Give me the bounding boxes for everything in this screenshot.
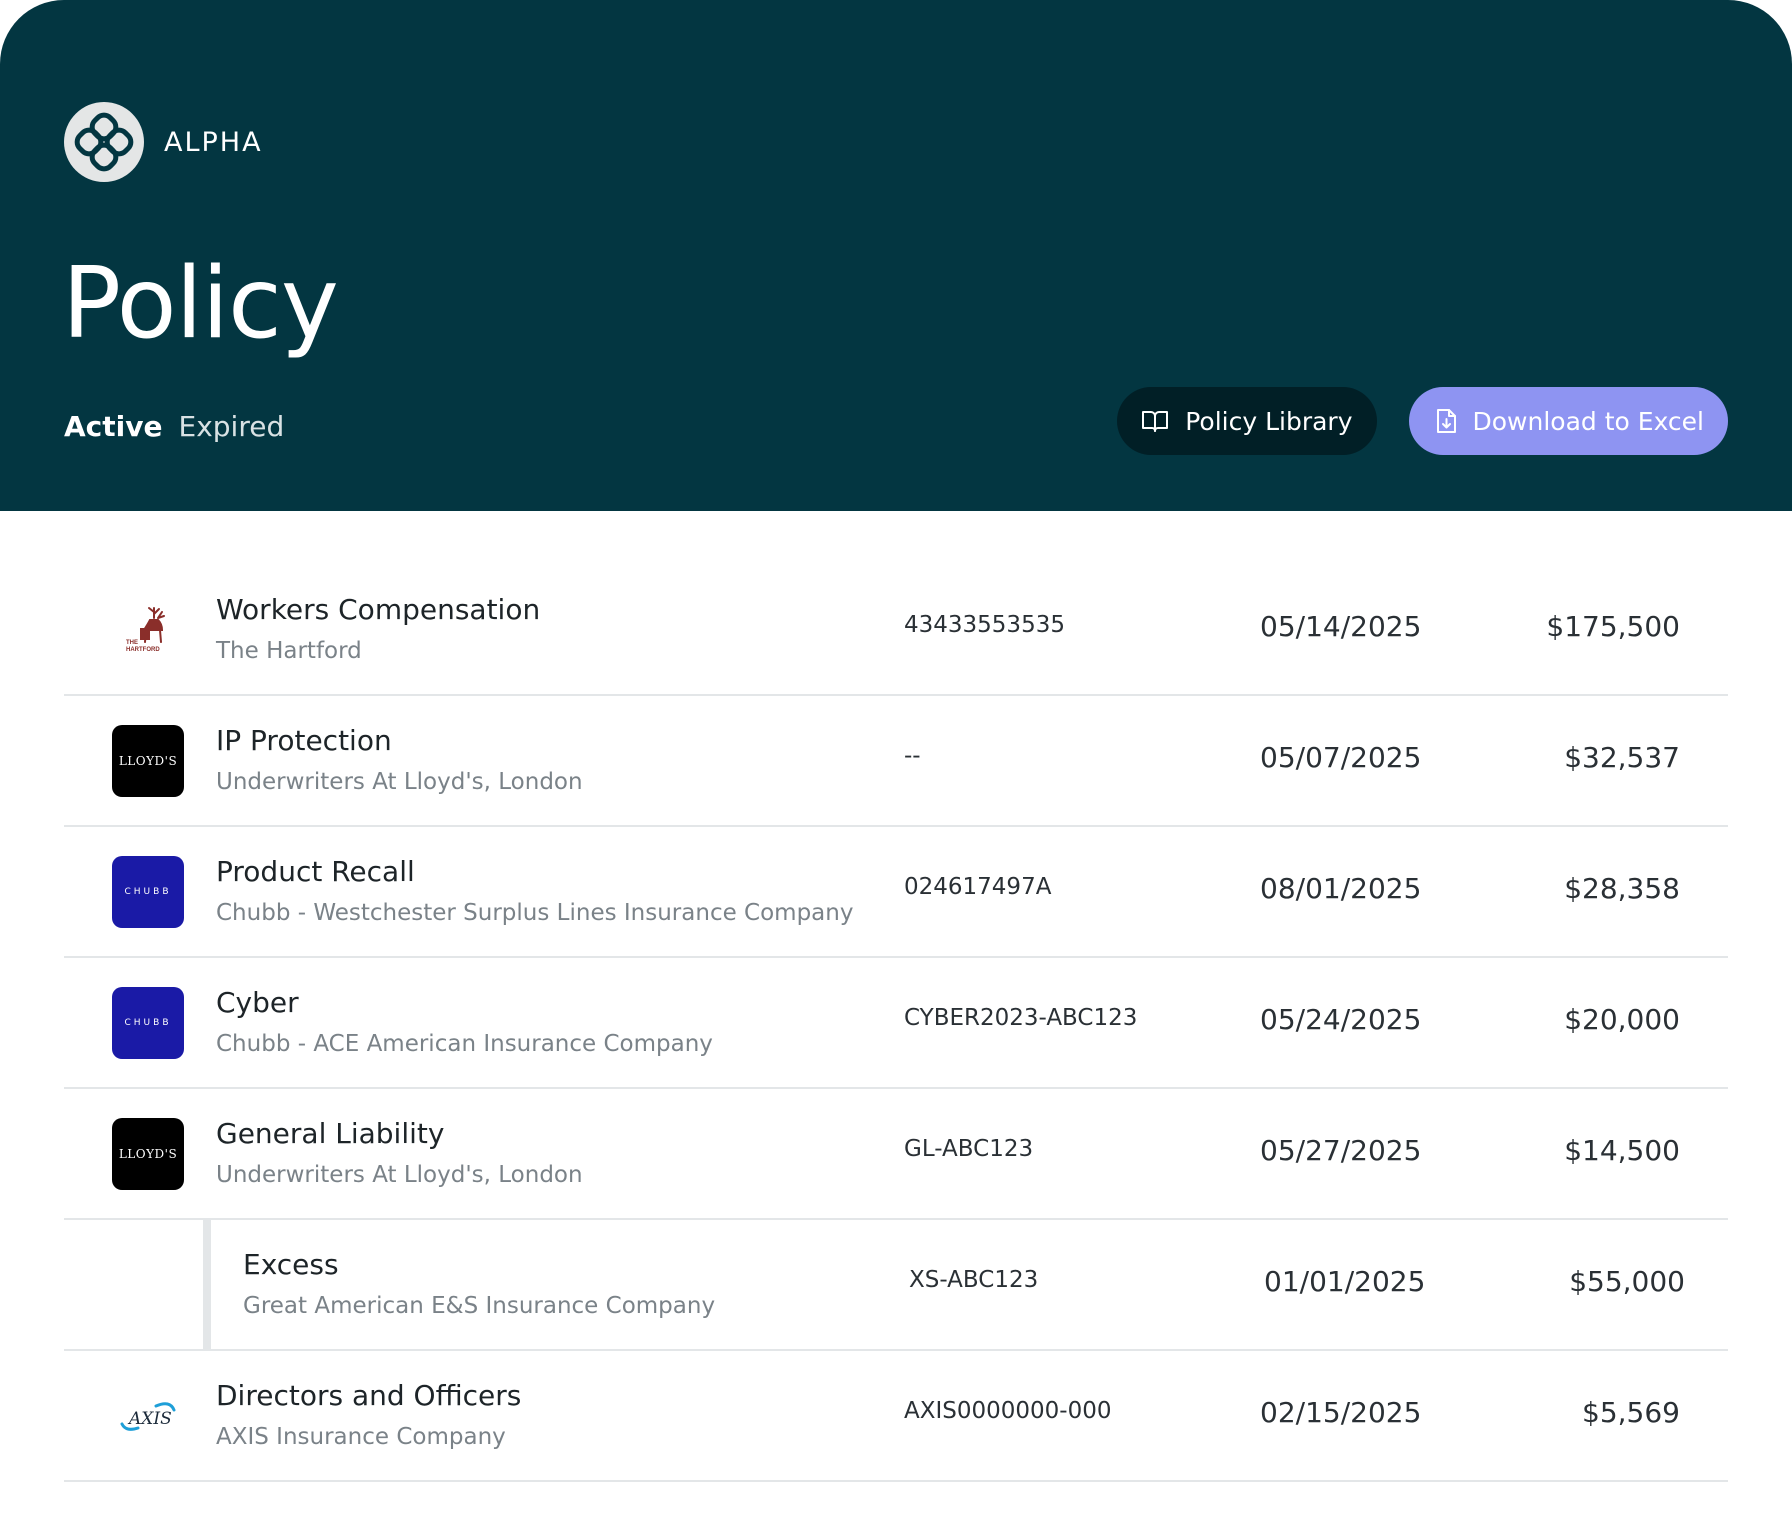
lloyds-logo-icon: LLOYD'S [112,725,184,797]
policy-date: 05/24/2025 [1260,1003,1422,1036]
alpha-logo-icon [64,102,144,182]
policy-number: AXIS0000000-000 [904,1398,1112,1424]
policy-page: ALPHA Policy Active Expired Policy Libra… [0,0,1792,1529]
policy-premium: $32,537 [1564,741,1680,774]
header-actions: Policy Library Download to Excel [1117,387,1728,455]
policy-row-cyber[interactable]: CHUBB Cyber Chubb - ACE American Insuran… [64,958,1728,1089]
policy-library-button[interactable]: Policy Library [1117,387,1377,455]
policy-date: 05/27/2025 [1260,1134,1422,1167]
policy-insurer: Chubb - Westchester Surplus Lines Insura… [216,900,854,926]
svg-text:HARTFORD: HARTFORD [126,647,160,653]
policy-insurer: Underwriters At Lloyd's, London [216,769,583,795]
page-title: Policy [62,247,339,361]
policy-number: 43433553535 [904,612,1065,638]
chubb-logo-icon: CHUBB [112,856,184,928]
policy-name: Cyber [216,986,299,1019]
policy-name: Directors and Officers [216,1379,522,1412]
book-icon [1141,409,1169,433]
policy-date: 01/01/2025 [1264,1265,1426,1298]
policy-number: -- [904,743,921,769]
policy-row-general-liability[interactable]: LLOYD'S General Liability Underwriters A… [64,1089,1728,1220]
policy-date: 05/14/2025 [1260,610,1422,643]
hartford-logo-icon: THE HARTFORD [112,594,184,666]
policy-name: IP Protection [216,724,392,757]
policy-date: 05/07/2025 [1260,741,1422,774]
policy-date: 02/15/2025 [1260,1396,1422,1429]
brand-name: ALPHA [164,126,263,158]
policy-row-workers-compensation[interactable]: THE HARTFORD Workers Compensation The Ha… [64,565,1728,696]
policy-row-directors-and-officers[interactable]: AXIS Directors and Officers AXIS Insuran… [64,1351,1728,1482]
download-excel-button[interactable]: Download to Excel [1408,387,1728,455]
policy-name: General Liability [216,1117,445,1150]
brand[interactable]: ALPHA [64,102,263,182]
status-tabs: Active Expired [64,410,284,443]
tab-active[interactable]: Active [64,410,163,443]
policy-premium: $5,569 [1582,1396,1680,1429]
lloyds-logo-icon: LLOYD'S [112,1118,184,1190]
policy-library-label: Policy Library [1185,406,1353,436]
svg-text:THE: THE [126,640,138,646]
download-excel-label: Download to Excel [1472,406,1704,436]
policy-row-product-recall[interactable]: CHUBB Product Recall Chubb - Westchester… [64,827,1728,958]
policy-number: CYBER2023-ABC123 [904,1005,1138,1031]
policy-name: Product Recall [216,855,415,888]
axis-logo-icon: AXIS [112,1380,184,1452]
svg-text:AXIS: AXIS [127,1409,172,1429]
policy-insurer: The Hartford [216,638,362,664]
policy-premium: $14,500 [1564,1134,1680,1167]
policy-premium: $55,000 [1569,1265,1685,1298]
policy-name: Excess [243,1248,339,1281]
policy-row-excess[interactable]: Excess Great American E&S Insurance Comp… [64,1220,1728,1351]
policy-premium: $20,000 [1564,1003,1680,1036]
policy-premium: $28,358 [1564,872,1680,905]
sub-policy-indicator [203,1220,211,1349]
file-download-icon [1435,408,1457,434]
policy-premium: $175,500 [1546,610,1680,643]
chubb-logo-icon: CHUBB [112,987,184,1059]
policy-row-ip-protection[interactable]: LLOYD'S IP Protection Underwriters At Ll… [64,696,1728,827]
policy-insurer: Underwriters At Lloyd's, London [216,1162,583,1188]
policy-insurer: AXIS Insurance Company [216,1424,506,1450]
tab-expired[interactable]: Expired [179,410,285,443]
policy-insurer: Chubb - ACE American Insurance Company [216,1031,713,1057]
policy-number: XS-ABC123 [909,1267,1039,1293]
policy-date: 08/01/2025 [1260,872,1422,905]
policy-name: Workers Compensation [216,593,541,626]
page-header: ALPHA Policy Active Expired Policy Libra… [0,0,1792,511]
policy-list: THE HARTFORD Workers Compensation The Ha… [64,565,1728,1482]
policy-number: GL-ABC123 [904,1136,1034,1162]
policy-insurer: Great American E&S Insurance Company [243,1293,716,1319]
policy-number: 024617497A [904,874,1052,900]
